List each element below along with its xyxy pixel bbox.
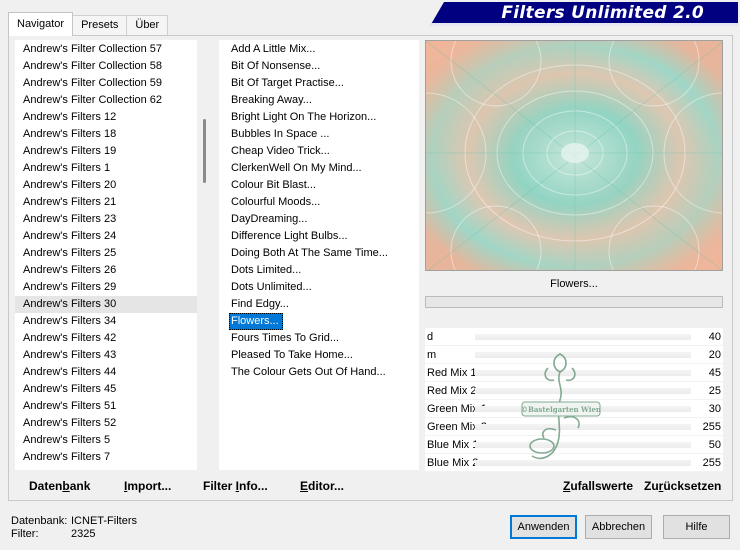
category-item[interactable]: Andrew's Filters 26 <box>15 262 197 279</box>
filter-item[interactable]: Breaking Away... <box>219 92 419 109</box>
filter-item[interactable]: Bright Light On The Horizon... <box>219 109 419 126</box>
category-item[interactable]: Andrew's Filters 20 <box>15 177 197 194</box>
apply-button[interactable]: Anwenden <box>510 515 577 539</box>
parameter-value[interactable]: 45 <box>709 364 721 382</box>
category-item[interactable]: Andrew's Filters 44 <box>15 364 197 381</box>
parameter-name: Red Mix 2 <box>427 385 477 397</box>
category-item[interactable]: Andrew's Filters 7 <box>15 449 197 466</box>
parameter-value[interactable]: 255 <box>703 454 721 472</box>
parameter-slider[interactable] <box>475 334 691 340</box>
database-label: Datenbank: <box>11 515 68 527</box>
category-item[interactable]: Andrew's Filters 1 <box>15 160 197 177</box>
category-scroll-thumb[interactable] <box>203 119 206 183</box>
filter-item[interactable]: Cheap Video Trick... <box>219 143 419 160</box>
import-button[interactable]: Import... <box>124 479 171 493</box>
category-item[interactable]: Andrew's Filters 18 <box>15 126 197 143</box>
parameter-value[interactable]: 40 <box>709 328 721 346</box>
filter-item[interactable]: Difference Light Bulbs... <box>219 228 419 245</box>
watermark-logo: ©Bastelgarten Wien <box>521 353 601 460</box>
filter-info-button[interactable]: Filter Info... <box>203 479 268 493</box>
category-item[interactable]: Andrew's Filters 52 <box>15 415 197 432</box>
tab-navigator[interactable]: Navigator <box>8 12 74 36</box>
category-item[interactable]: Andrew's Filters 42 <box>15 330 197 347</box>
parameter-row[interactable]: d 40 <box>425 328 723 346</box>
cancel-button[interactable]: Abbrechen <box>585 515 652 539</box>
category-item[interactable]: Andrew's Filter Collection 57 <box>15 41 197 58</box>
category-item[interactable]: Andrew's Filters 5 <box>15 432 197 449</box>
filter-item[interactable]: Pleased To Take Home... <box>219 347 419 364</box>
filter-preview-image <box>425 40 723 271</box>
filter-item[interactable]: Flowers... <box>229 313 283 330</box>
filter-item[interactable]: Fours Times To Grid... <box>219 330 419 347</box>
datenbank-button[interactable]: Datenbank <box>29 479 90 493</box>
editor-button[interactable]: Editor... <box>300 479 344 493</box>
category-item[interactable]: Andrew's Filters 51 <box>15 398 197 415</box>
app-title-banner: Filters Unlimited 2.0 <box>430 2 738 26</box>
parameter-value[interactable]: 25 <box>709 382 721 400</box>
filter-item[interactable]: Colourful Moods... <box>219 194 419 211</box>
parameter-name: d <box>427 331 434 343</box>
category-item[interactable]: Andrew's Filters 24 <box>15 228 197 245</box>
category-item[interactable]: Andrew's Filters 30 <box>15 296 197 313</box>
progress-bar <box>425 296 723 308</box>
filter-item[interactable]: ClerkenWell On My Mind... <box>219 160 419 177</box>
tab-uber[interactable]: Über <box>126 15 169 36</box>
filter-item[interactable]: Colour Bit Blast... <box>219 177 419 194</box>
parameter-name: Blue Mix 1 <box>427 439 479 451</box>
category-list[interactable]: Andrew's Filter Collection 57 Andrew's Fi… <box>15 40 197 470</box>
filter-item[interactable]: The Colour Gets Out Of Hand... <box>219 364 419 381</box>
filter-count-label: Filter: <box>11 528 39 540</box>
category-item[interactable]: Andrew's Filter Collection 62 <box>15 92 197 109</box>
status-area: Datenbank: ICNET-Filters Filter: 2325 <box>11 515 137 541</box>
filter-item[interactable]: Doing Both At The Same Time... <box>219 245 419 262</box>
parameter-value[interactable]: 255 <box>703 418 721 436</box>
title-underline <box>430 23 738 26</box>
app-title: Filters Unlimited 2.0 <box>501 3 704 23</box>
filter-item[interactable]: Bit Of Target Practise... <box>219 75 419 92</box>
parameter-value[interactable]: 30 <box>709 400 721 418</box>
category-item[interactable]: Andrew's Filters 43 <box>15 347 197 364</box>
database-value: ICNET-Filters <box>71 515 137 527</box>
preview-filter-name: Flowers... <box>550 278 598 290</box>
category-item[interactable]: Andrew's Filters 12 <box>15 109 197 126</box>
category-item[interactable]: Andrew's Filters 23 <box>15 211 197 228</box>
category-item[interactable]: Andrew's Filters 25 <box>15 245 197 262</box>
parameter-name: Blue Mix 2 <box>427 457 479 469</box>
tab-presets[interactable]: Presets <box>72 15 128 36</box>
filter-item[interactable]: Dots Unlimited... <box>219 279 419 296</box>
parameter-name: Red Mix 1 <box>427 367 477 379</box>
category-scrollbar[interactable] <box>198 40 214 470</box>
parameter-name: m <box>427 349 437 361</box>
tab-strip: Navigator Presets Über <box>8 12 169 36</box>
filter-item[interactable]: Bubbles In Space ... <box>219 126 419 143</box>
filter-item[interactable]: Find Edgy... <box>219 296 419 313</box>
filter-item[interactable]: Bit Of Nonsense... <box>219 58 419 75</box>
category-item[interactable]: Andrew's Filters 29 <box>15 279 197 296</box>
parameter-value[interactable]: 50 <box>709 436 721 454</box>
category-item[interactable]: Andrew's Filters 21 <box>15 194 197 211</box>
reset-button[interactable]: Zurücksetzen <box>644 479 721 493</box>
filter-item[interactable]: DayDreaming... <box>219 211 419 228</box>
category-item[interactable]: Andrew's Filter Collection 58 <box>15 58 197 75</box>
svg-text:©Bastelgarten Wien: ©Bastelgarten Wien <box>521 405 601 414</box>
randomize-button[interactable]: Zufallswerte <box>563 479 633 493</box>
filter-item[interactable]: Dots Limited... <box>219 262 419 279</box>
filter-count-value: 2325 <box>71 528 96 540</box>
parameter-value[interactable]: 20 <box>709 346 721 364</box>
category-item[interactable]: Andrew's Filters 34 <box>15 313 197 330</box>
help-button[interactable]: Hilfe <box>663 515 730 539</box>
category-item[interactable]: Andrew's Filters 19 <box>15 143 197 160</box>
filter-item[interactable]: Add A Little Mix... <box>219 41 419 58</box>
category-item[interactable]: Andrew's Filters 45 <box>15 381 197 398</box>
category-item[interactable]: Andrew's Filter Collection 59 <box>15 75 197 92</box>
filter-list[interactable]: Add A Little Mix... Bit Of Nonsense... Bit… <box>219 40 419 470</box>
